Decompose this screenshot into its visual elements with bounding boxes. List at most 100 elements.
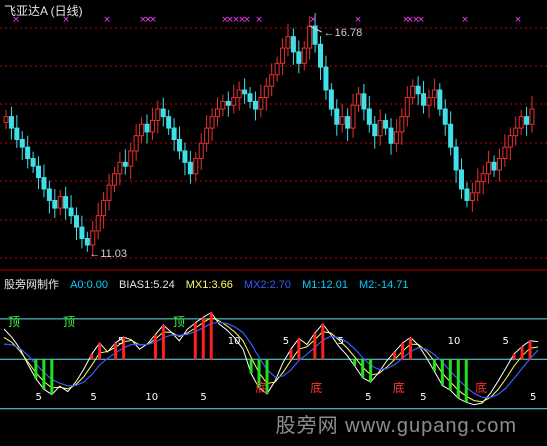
- candle: [46, 180, 52, 214]
- candle: [372, 115, 378, 149]
- candle-body: [68, 207, 74, 217]
- candle: [19, 131, 25, 161]
- candle-body: [139, 123, 145, 137]
- candle: [437, 83, 443, 116]
- candle-body: [231, 97, 237, 106]
- candle-body: [8, 116, 14, 129]
- candle: [339, 103, 345, 133]
- indicator-value-m2: M2:-14.71: [359, 279, 409, 291]
- bottom-marker: 底: [310, 380, 322, 395]
- candle-body: [453, 146, 459, 171]
- candle-body: [480, 173, 486, 182]
- bar-up: [297, 338, 301, 360]
- signal-x-marker: ×: [461, 15, 469, 25]
- candle: [459, 158, 465, 199]
- candle: [95, 202, 101, 240]
- candle: [334, 99, 340, 136]
- candle: [529, 96, 535, 133]
- candle-body: [52, 199, 58, 209]
- signal-number: 10: [228, 336, 241, 347]
- candle-body: [19, 138, 25, 148]
- candle-body: [149, 119, 155, 133]
- candle: [361, 83, 367, 121]
- candle-body: [30, 158, 36, 167]
- candle: [377, 109, 383, 146]
- candle: [263, 77, 269, 111]
- top-marker: 顶: [173, 315, 185, 329]
- candle-body: [252, 100, 258, 110]
- candle: [30, 151, 36, 174]
- candle-body: [182, 150, 188, 163]
- candle-body: [524, 116, 530, 125]
- bar-down: [34, 359, 38, 379]
- bar-up: [408, 337, 412, 360]
- bar-down: [42, 359, 46, 390]
- candle: [410, 79, 416, 105]
- candle: [160, 97, 166, 127]
- candle-body: [171, 127, 177, 140]
- candle: [57, 189, 63, 215]
- candle-body: [372, 123, 378, 137]
- candle: [399, 108, 405, 145]
- candle: [209, 108, 215, 142]
- candle: [323, 55, 329, 100]
- candle-body: [101, 199, 107, 217]
- candle-body: [334, 108, 340, 125]
- candle-body: [57, 196, 63, 209]
- candle-body: [507, 135, 513, 148]
- candle: [269, 63, 275, 97]
- candle: [128, 142, 134, 180]
- signal-x-marker: ×: [149, 15, 157, 25]
- signal-number: 5: [420, 392, 426, 403]
- signal-x-marker: ×: [417, 15, 425, 25]
- candle-body: [388, 127, 394, 144]
- candle-body: [328, 89, 334, 110]
- bar-up: [209, 312, 213, 360]
- bar-down: [353, 359, 357, 366]
- bar-up: [313, 333, 317, 360]
- bar-down: [432, 359, 436, 372]
- candle-body: [529, 108, 535, 125]
- candle-body: [475, 180, 481, 194]
- candle: [258, 84, 264, 118]
- signal-markers: × × × ××× ××××× × × × ×××× × ×: [12, 15, 522, 25]
- candle: [464, 182, 470, 208]
- bar-up: [393, 351, 397, 360]
- candle: [393, 118, 399, 152]
- candle-body: [469, 192, 475, 201]
- candle-body: [128, 150, 134, 167]
- candle-body: [63, 196, 69, 209]
- candle-body: [464, 188, 470, 201]
- low-label: ←11.03: [89, 248, 127, 260]
- signal-x-marker: ×: [354, 15, 362, 25]
- candle-body: [513, 127, 519, 137]
- candle: [480, 165, 486, 195]
- candle: [345, 108, 351, 142]
- candle-body: [290, 36, 296, 53]
- candle-body: [3, 116, 9, 123]
- indicator-panel: 顶 5 顶 5 5 10 顶 5 10 底 5 底 5 5 底 5 10 底 5 5: [0, 311, 547, 410]
- candle-body: [242, 89, 248, 95]
- candle-body: [117, 161, 123, 175]
- candle-body: [307, 25, 313, 49]
- candle: [404, 86, 410, 127]
- candle: [252, 91, 258, 121]
- candle: [133, 124, 139, 161]
- candle: [139, 117, 145, 143]
- candle: [453, 138, 459, 183]
- candle: [442, 99, 448, 136]
- bar-down: [361, 359, 365, 378]
- candle: [350, 93, 356, 138]
- bar-down: [456, 359, 460, 399]
- candle-body: [366, 108, 372, 125]
- candle: [171, 118, 177, 151]
- candle: [41, 164, 47, 198]
- candle: [355, 86, 361, 113]
- candle-body: [339, 116, 345, 125]
- candle-body: [25, 146, 31, 160]
- candle: [204, 115, 210, 152]
- candle-body: [496, 158, 502, 171]
- candle: [231, 84, 237, 114]
- bottom-marker: 底: [255, 380, 267, 395]
- candle-body: [459, 169, 465, 190]
